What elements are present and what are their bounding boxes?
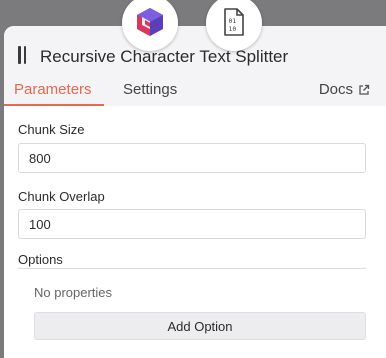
drag-handle-icon[interactable] xyxy=(18,46,28,64)
add-option-button[interactable]: Add Option xyxy=(34,312,366,340)
cube-logo-icon xyxy=(137,8,163,36)
tab-settings[interactable]: Settings xyxy=(123,81,177,98)
svg-text:01: 01 xyxy=(229,17,237,25)
no-properties-text: No properties xyxy=(34,285,113,300)
external-link-icon xyxy=(359,84,370,95)
binary-file-icon: 01 10 xyxy=(224,8,244,36)
docs-link[interactable]: Docs xyxy=(319,81,370,98)
tab-parameters[interactable]: Parameters xyxy=(14,81,92,98)
chunk-size-label: Chunk Size xyxy=(18,122,85,137)
chunk-overlap-input[interactable] xyxy=(18,209,366,239)
chunk-overlap-label: Chunk Overlap xyxy=(18,189,105,204)
panel-title: Recursive Character Text Splitter xyxy=(40,47,289,66)
active-tab-indicator xyxy=(4,104,104,106)
svg-text:10: 10 xyxy=(229,25,237,33)
docs-label: Docs xyxy=(318,81,353,98)
options-divider xyxy=(18,268,366,269)
node-panel: Recursive Character Text Splitter Parame… xyxy=(4,26,386,358)
panel-header: Recursive Character Text Splitter Parame… xyxy=(4,26,386,106)
chunk-size-input[interactable] xyxy=(18,143,366,173)
options-label: Options xyxy=(18,252,63,267)
